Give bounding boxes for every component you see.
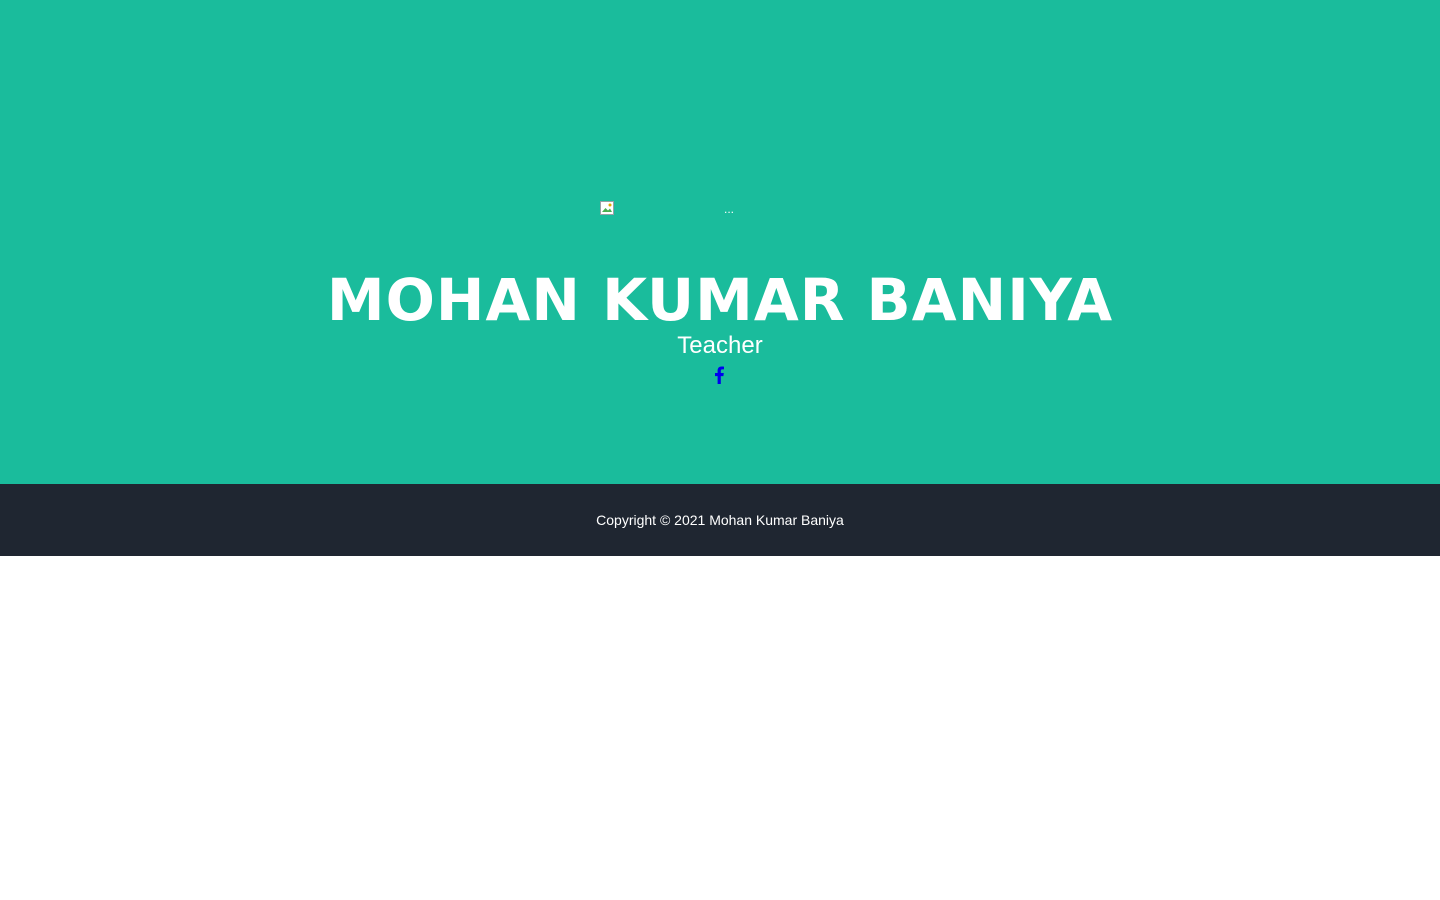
- facebook-link[interactable]: [712, 366, 728, 386]
- avatar: ...: [600, 200, 856, 230]
- avatar-alt-text: ...: [724, 202, 735, 216]
- masthead: ... MOHAN KUMAR BANIYA Teacher: [0, 0, 1440, 484]
- page-title: MOHAN KUMAR BANIYA: [326, 266, 1114, 334]
- subtitle-role: Teacher: [677, 332, 763, 359]
- footer: Copyright © 2021 Mohan Kumar Baniya: [0, 484, 1440, 556]
- broken-image-icon: [600, 201, 614, 215]
- facebook-icon: [715, 366, 724, 384]
- copyright-text: Copyright © 2021 Mohan Kumar Baniya: [596, 512, 844, 528]
